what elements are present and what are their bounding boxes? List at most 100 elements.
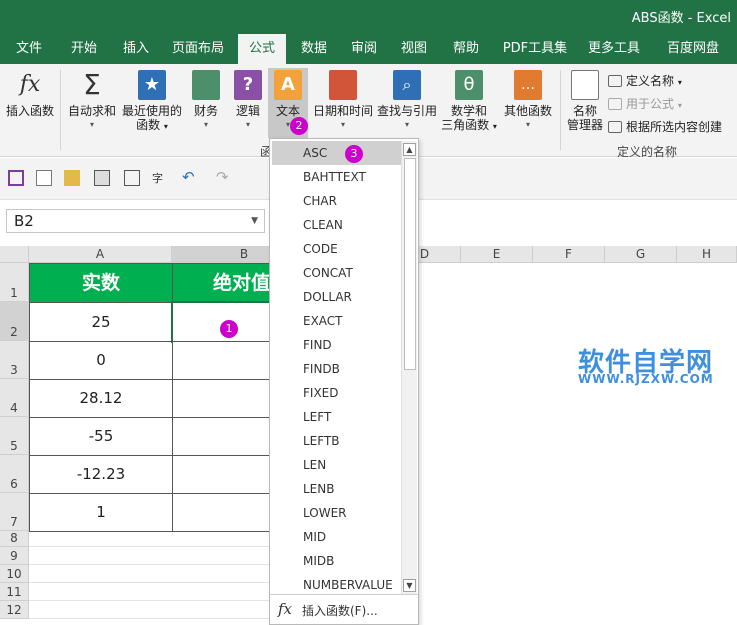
header-cell-real-number[interactable]: 实数 — [29, 263, 173, 303]
scroll-up-icon[interactable]: ▲ — [403, 143, 416, 156]
more-functions-button[interactable]: … 其他函数 ▾ — [500, 70, 556, 132]
row-header-4[interactable]: 4 — [0, 379, 29, 417]
tab-help[interactable]: 帮助 — [444, 34, 488, 64]
cell-a4[interactable]: 28.12 — [29, 379, 173, 418]
chevron-down-icon: ▾ — [677, 101, 682, 110]
name-manager-label: 名称 — [572, 104, 597, 118]
spell-check-icon[interactable]: 字 — [152, 170, 168, 186]
tab-baidu-netdisk[interactable]: 百度网盘 — [656, 34, 730, 64]
function-item-leftb[interactable]: LEFTB — [272, 429, 402, 453]
redo-icon[interactable]: ↷ — [216, 170, 232, 186]
select-all-corner[interactable] — [0, 246, 29, 263]
tab-view[interactable]: 视图 — [392, 34, 436, 64]
print-preview-icon[interactable] — [124, 170, 140, 186]
dropdown-scrollbar[interactable]: ▲ ▼ — [401, 141, 417, 594]
row-number: 10 — [6, 567, 22, 581]
logical-button[interactable]: ? 逻辑 ▾ — [230, 70, 266, 132]
function-item-code[interactable]: CODE — [272, 237, 402, 261]
function-item-fixed[interactable]: FIXED — [272, 381, 402, 405]
chevron-down-icon[interactable]: ▼ — [251, 216, 258, 226]
tab-review[interactable]: 审阅 — [342, 34, 386, 64]
row-header-1[interactable]: 1 — [0, 263, 29, 302]
row-header-3[interactable]: 3 — [0, 341, 29, 379]
datetime-button[interactable]: 日期和时间 ▾ — [312, 70, 374, 132]
scrollbar-thumb[interactable] — [404, 158, 416, 370]
cell-a3[interactable]: 0 — [29, 341, 173, 380]
use-in-formula-button[interactable]: 用于公式 ▾ — [608, 95, 682, 112]
insert-function-button[interactable]: fx 插入函数 — [4, 70, 56, 118]
row-header-10[interactable]: 10 — [0, 565, 29, 583]
math-trig-button[interactable]: θ 数学和 三角函数 ▾ — [440, 70, 498, 134]
math-trig-label-2: 三角函数 — [441, 118, 490, 132]
function-item-char[interactable]: CHAR — [272, 189, 402, 213]
row-number: 11 — [6, 585, 22, 599]
row-header-8[interactable]: 8 — [0, 531, 29, 547]
function-item-lenb[interactable]: LENB — [272, 477, 402, 501]
tab-formulas[interactable]: 公式 — [238, 34, 286, 64]
name-manager-button[interactable]: 名称 管理器 — [564, 70, 606, 132]
function-item-midb[interactable]: MIDB — [272, 549, 402, 573]
function-item-bahttext[interactable]: BAHTTEXT — [272, 165, 402, 189]
header-cell-absolute-value[interactable]: 绝对值 — [172, 263, 271, 303]
column-header-h[interactable]: H — [677, 246, 737, 263]
autosum-button[interactable]: Σ 自动求和 ▾ — [66, 70, 118, 132]
function-item-left[interactable]: LEFT — [272, 405, 402, 429]
column-header-e[interactable]: E — [461, 246, 533, 263]
save-icon[interactable] — [8, 170, 24, 186]
print-icon[interactable] — [94, 170, 110, 186]
column-header-a[interactable]: A — [29, 246, 172, 263]
cell-a5[interactable]: -55 — [29, 417, 173, 456]
function-item-mid[interactable]: MID — [272, 525, 402, 549]
lookup-button[interactable]: ⌕ 查找与引用 ▾ — [376, 70, 438, 132]
function-item-find[interactable]: FIND — [272, 333, 402, 357]
row-header-12[interactable]: 12 — [0, 601, 29, 619]
cell-b5[interactable] — [172, 417, 271, 456]
function-item-len[interactable]: LEN — [272, 453, 402, 477]
cell-b4[interactable] — [172, 379, 271, 418]
row-header-11[interactable]: 11 — [0, 583, 29, 601]
cell-b3[interactable] — [172, 341, 271, 380]
datetime-label: 日期和时间 — [312, 104, 373, 118]
financial-button[interactable]: 财务 ▾ — [188, 70, 224, 132]
name-box[interactable]: B2 ▼ — [6, 209, 265, 233]
recent-functions-label-2: 函数 — [136, 118, 161, 132]
text-icon: A — [274, 70, 302, 100]
row-header-9[interactable]: 9 — [0, 547, 29, 565]
tab-data[interactable]: 数据 — [292, 34, 336, 64]
tab-home[interactable]: 开始 — [60, 34, 108, 64]
row-header-5[interactable]: 5 — [0, 417, 29, 455]
cell-b6[interactable] — [172, 455, 271, 494]
function-item-concat[interactable]: CONCAT — [272, 261, 402, 285]
sigma-icon: Σ — [83, 68, 101, 101]
create-from-selection-button[interactable]: 根据所选内容创建 — [608, 118, 722, 135]
tab-pdf-tools[interactable]: PDF工具集 — [498, 34, 572, 64]
tab-insert[interactable]: 插入 — [114, 34, 158, 64]
tab-more-tools[interactable]: 更多工具 — [582, 34, 646, 64]
function-item-asc[interactable]: ASC — [272, 141, 402, 165]
tab-file[interactable]: 文件 — [6, 34, 52, 64]
row-header-7[interactable]: 7 — [0, 493, 29, 531]
row-header-6[interactable]: 6 — [0, 455, 29, 493]
tab-page-layout[interactable]: 页面布局 — [166, 34, 230, 64]
function-item-findb[interactable]: FINDB — [272, 357, 402, 381]
chevron-down-icon: ▾ — [525, 120, 530, 129]
cell-a6[interactable]: -12.23 — [29, 455, 173, 494]
row-header-2[interactable]: 2 — [0, 302, 29, 341]
function-item-exact[interactable]: EXACT — [272, 309, 402, 333]
column-header-f[interactable]: F — [533, 246, 605, 263]
function-item-lower[interactable]: LOWER — [272, 501, 402, 525]
open-folder-icon[interactable] — [64, 170, 80, 186]
insert-function-menu-item[interactable]: fx 插入函数(F)... — [270, 594, 418, 624]
recent-functions-button[interactable]: ★ 最近使用的 函数 ▾ — [120, 70, 184, 134]
chevron-down-icon: ▾ — [340, 120, 345, 129]
define-name-button[interactable]: 定义名称 ▾ — [608, 72, 682, 89]
column-header-g[interactable]: G — [605, 246, 677, 263]
function-item-clean[interactable]: CLEAN — [272, 213, 402, 237]
cell-a7[interactable]: 1 — [29, 493, 173, 532]
cell-a2[interactable]: 25 — [29, 302, 173, 342]
scroll-down-icon[interactable]: ▼ — [403, 579, 416, 592]
new-file-icon[interactable] — [36, 170, 52, 186]
cell-b7[interactable] — [172, 493, 271, 532]
function-item-dollar[interactable]: DOLLAR — [272, 285, 402, 309]
undo-icon[interactable]: ↶ — [182, 170, 198, 186]
